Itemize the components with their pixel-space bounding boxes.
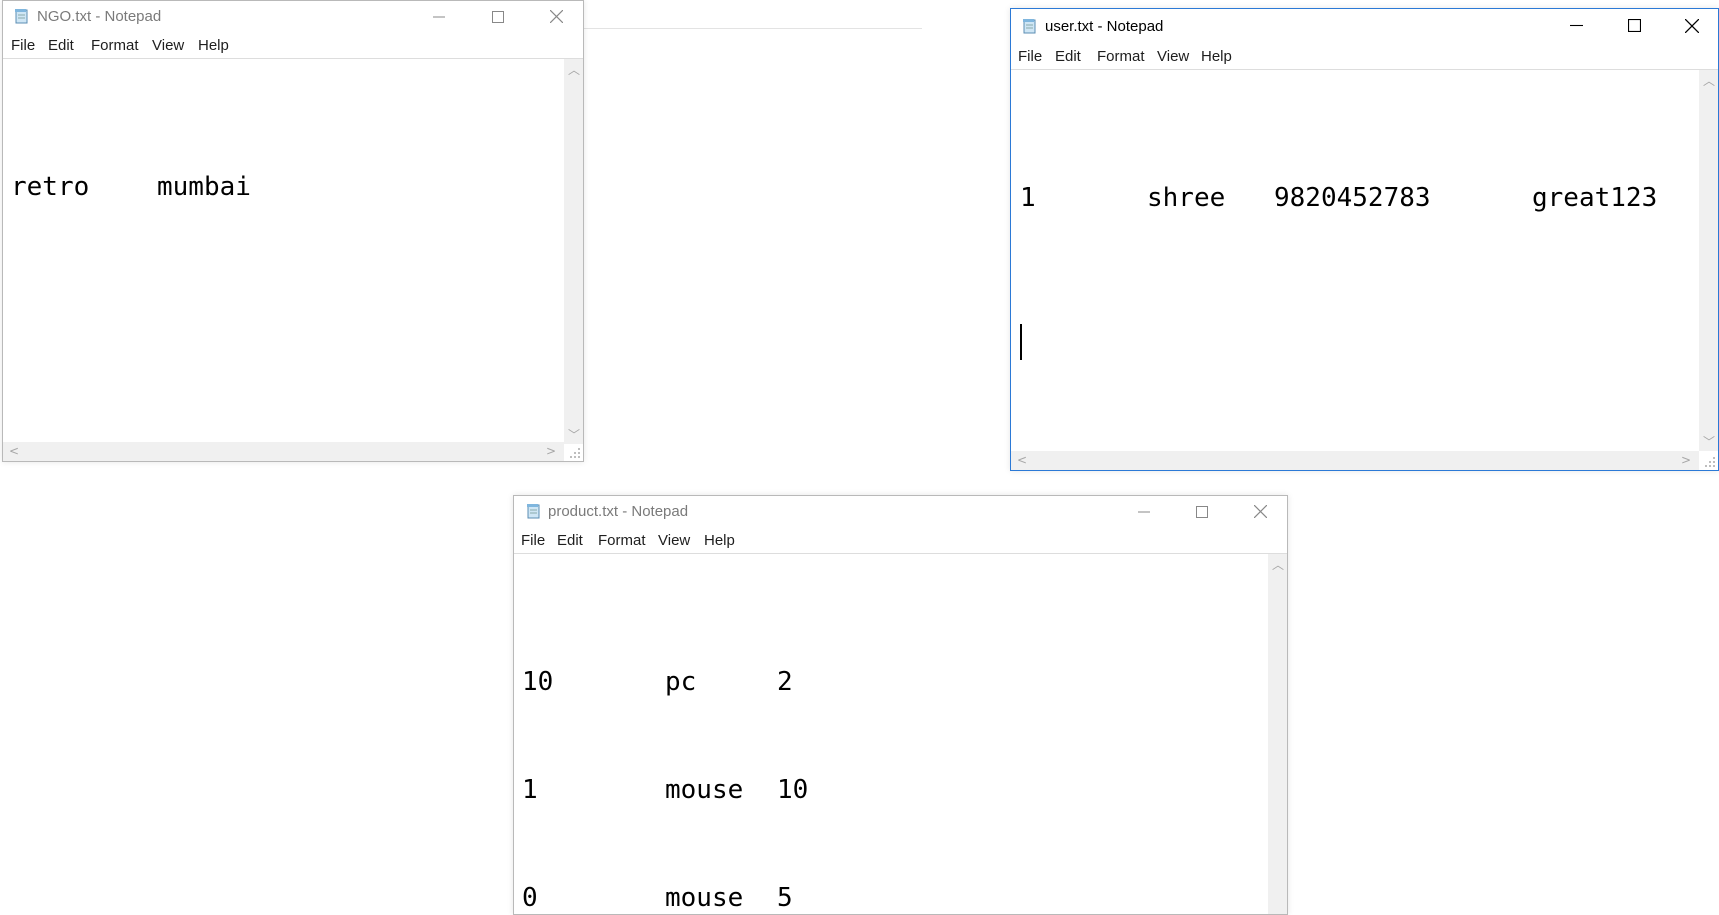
maximize-icon bbox=[1196, 505, 1208, 518]
close-button[interactable] bbox=[1663, 9, 1718, 42]
horizontal-scrollbar[interactable]: < > bbox=[1011, 451, 1699, 470]
scroll-up-arrow-icon[interactable]: ︿ bbox=[1272, 559, 1284, 571]
text-cell: 10 bbox=[522, 667, 554, 697]
menu-view[interactable]: View bbox=[658, 532, 690, 549]
menu-help[interactable]: Help bbox=[198, 37, 229, 54]
notepad-window-product[interactable]: product.txt - Notepad File Edit Format V… bbox=[513, 495, 1288, 915]
text-cell: shree bbox=[1147, 183, 1226, 213]
maximize-icon bbox=[1627, 19, 1641, 32]
minimize-icon bbox=[433, 16, 445, 17]
menu-bar: File Edit Format View Help bbox=[514, 529, 1287, 553]
text-cell: 10 bbox=[777, 775, 809, 805]
text-cell: 5 bbox=[777, 883, 793, 913]
notepad-icon bbox=[527, 504, 540, 519]
window-title: product.txt - Notepad bbox=[548, 503, 689, 520]
resize-grip-icon[interactable] bbox=[566, 444, 582, 460]
menu-format[interactable]: Format bbox=[1097, 48, 1145, 65]
notepad-icon bbox=[1023, 19, 1036, 34]
title-bar[interactable]: NGO.txt - Notepad bbox=[3, 1, 583, 32]
menu-view[interactable]: View bbox=[152, 37, 184, 54]
close-icon bbox=[1253, 505, 1267, 518]
title-bar[interactable]: user.txt - Notepad bbox=[1011, 9, 1718, 42]
close-button[interactable] bbox=[527, 1, 583, 32]
minimize-button[interactable] bbox=[1547, 9, 1605, 42]
window-title: user.txt - Notepad bbox=[1045, 18, 1164, 35]
text-cell: mouse bbox=[665, 775, 744, 805]
close-icon bbox=[1685, 18, 1699, 33]
text-cell: 0 bbox=[522, 883, 538, 913]
vertical-scrollbar[interactable]: ︿ ﹀ bbox=[564, 59, 583, 444]
text-line: retro mumbai bbox=[11, 169, 564, 205]
maximize-button[interactable] bbox=[1173, 496, 1231, 527]
menu-help[interactable]: Help bbox=[704, 532, 735, 549]
vertical-scrollbar[interactable]: ︿ ﹀ bbox=[1699, 70, 1718, 451]
menu-bar: File Edit Format View Help bbox=[1011, 45, 1718, 69]
close-button[interactable] bbox=[1231, 496, 1287, 527]
desktop-edge bbox=[582, 28, 922, 29]
scroll-up-arrow-icon[interactable]: ︿ bbox=[568, 64, 580, 76]
text-cell: 1 bbox=[522, 775, 538, 805]
menu-edit[interactable]: Edit bbox=[1055, 48, 1081, 65]
vertical-scrollbar[interactable]: ︿ bbox=[1268, 554, 1287, 914]
minimize-icon bbox=[1569, 24, 1583, 27]
minimize-button[interactable] bbox=[1115, 496, 1173, 527]
text-editor[interactable]: 1 shree 9820452783 great123 bbox=[1011, 70, 1699, 451]
scroll-left-arrow-icon[interactable]: < bbox=[1017, 454, 1027, 466]
notepad-icon bbox=[15, 9, 28, 24]
menu-help[interactable]: Help bbox=[1201, 48, 1232, 65]
text-editor[interactable]: retro mumbai bbox=[3, 59, 564, 444]
text-cell: 1 bbox=[1020, 183, 1036, 213]
menu-format[interactable]: Format bbox=[598, 532, 646, 549]
text-cell: 2 bbox=[777, 667, 793, 697]
minimize-icon bbox=[1138, 511, 1150, 512]
maximize-button[interactable] bbox=[1605, 9, 1663, 42]
resize-grip-icon[interactable] bbox=[1701, 453, 1717, 469]
text-line-empty bbox=[1020, 288, 1699, 360]
notepad-window-user[interactable]: user.txt - Notepad File Edit Format View… bbox=[1010, 8, 1719, 471]
text-line: 0 mouse 5 bbox=[522, 880, 1268, 914]
scroll-right-arrow-icon[interactable]: > bbox=[546, 445, 556, 457]
menu-edit[interactable]: Edit bbox=[557, 532, 583, 549]
text-cell: 9820452783 bbox=[1274, 183, 1431, 213]
menu-file[interactable]: File bbox=[11, 37, 35, 54]
scroll-up-arrow-icon[interactable]: ︿ bbox=[1703, 75, 1715, 87]
text-editor[interactable]: 10 pc 2 1 mouse 10 0 mouse 5 bbox=[514, 554, 1268, 914]
title-bar[interactable]: product.txt - Notepad bbox=[514, 496, 1287, 527]
menu-format[interactable]: Format bbox=[91, 37, 139, 54]
scroll-down-arrow-icon[interactable]: ﹀ bbox=[568, 429, 580, 441]
text-caret bbox=[1020, 324, 1022, 360]
scroll-down-arrow-icon[interactable]: ﹀ bbox=[1703, 436, 1715, 448]
text-cell: great123 bbox=[1532, 183, 1658, 213]
text-line: 1 shree 9820452783 great123 bbox=[1020, 180, 1699, 216]
menu-file[interactable]: File bbox=[521, 532, 545, 549]
close-icon bbox=[549, 10, 563, 23]
text-line: 10 pc 2 bbox=[522, 664, 1268, 700]
menu-bar: File Edit Format View Help bbox=[3, 34, 583, 58]
horizontal-scrollbar[interactable]: < > bbox=[3, 442, 564, 461]
menu-file[interactable]: File bbox=[1018, 48, 1042, 65]
text-line: 1 mouse 10 bbox=[522, 772, 1268, 808]
notepad-window-ngo[interactable]: NGO.txt - Notepad File Edit Format View … bbox=[2, 0, 584, 462]
menu-edit[interactable]: Edit bbox=[48, 37, 74, 54]
menu-view[interactable]: View bbox=[1157, 48, 1189, 65]
text-cell: retro bbox=[11, 172, 90, 202]
maximize-icon bbox=[492, 10, 504, 23]
minimize-button[interactable] bbox=[410, 1, 468, 32]
window-title: NGO.txt - Notepad bbox=[37, 8, 162, 25]
scroll-right-arrow-icon[interactable]: > bbox=[1681, 454, 1691, 466]
text-cell: pc bbox=[665, 667, 697, 697]
text-cell: mumbai bbox=[157, 172, 251, 202]
text-cell: mouse bbox=[665, 883, 744, 913]
scroll-left-arrow-icon[interactable]: < bbox=[9, 445, 19, 457]
maximize-button[interactable] bbox=[469, 1, 527, 32]
